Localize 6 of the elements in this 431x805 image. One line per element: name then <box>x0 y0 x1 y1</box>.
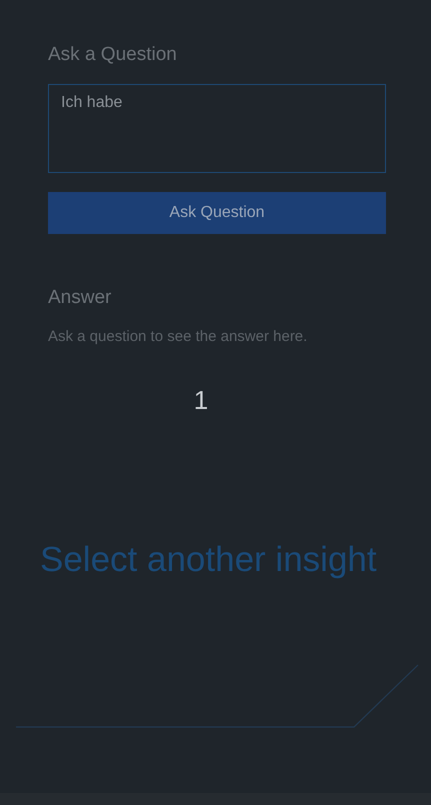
question-field[interactable]: Ich habe <box>48 84 386 173</box>
answer-text: Ask a question to see the answer here. <box>48 328 308 345</box>
ask-question-button[interactable]: Ask Question <box>48 192 386 234</box>
section-heading: Answer <box>48 286 112 310</box>
counter-text: 1 <box>194 385 208 416</box>
section-heading: Ask a Question <box>48 43 178 67</box>
